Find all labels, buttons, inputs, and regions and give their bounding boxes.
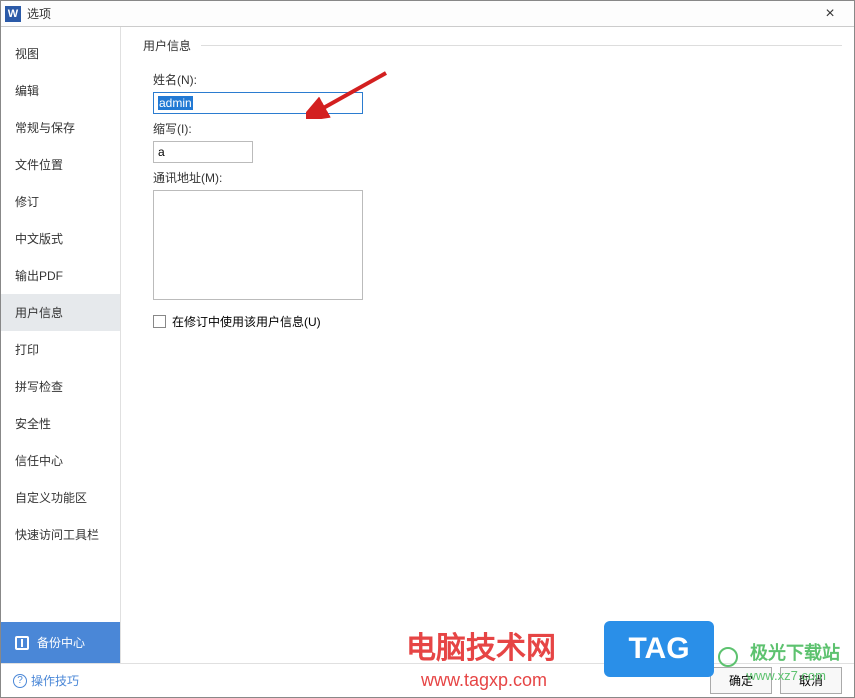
- form-area: 姓名(N): admin 缩写(I): 通讯地址(M): 在修订中使用该用户信息…: [153, 71, 834, 330]
- section-divider: [201, 45, 842, 46]
- sidebar-item-general-save[interactable]: 常规与保存: [1, 109, 120, 146]
- name-input[interactable]: admin: [153, 92, 363, 114]
- sidebar-item-output-pdf[interactable]: 输出PDF: [1, 257, 120, 294]
- tips-icon: ?: [13, 674, 27, 688]
- checkbox-label: 在修订中使用该用户信息(U): [172, 313, 321, 330]
- cancel-button[interactable]: 取消: [780, 667, 842, 694]
- sidebar-item-view[interactable]: 视图: [1, 35, 120, 72]
- address-label: 通讯地址(M):: [153, 169, 834, 186]
- content: 视图 编辑 常规与保存 文件位置 修订 中文版式 输出PDF 用户信息 打印 拼…: [1, 27, 854, 663]
- footer: ? 操作技巧 确定 取消: [1, 663, 854, 697]
- section-title: 用户信息: [139, 37, 195, 54]
- name-value: admin: [158, 96, 193, 110]
- main-panel: 用户信息 姓名(N): admin 缩写(I): 通讯地址(M): 在修订中使用…: [121, 27, 854, 663]
- use-in-revision-checkbox[interactable]: [153, 315, 166, 328]
- backup-center-button[interactable]: 备份中心: [1, 622, 120, 663]
- sidebar-item-user-info[interactable]: 用户信息: [1, 294, 120, 331]
- name-label: 姓名(N):: [153, 71, 834, 88]
- backup-center-label: 备份中心: [37, 634, 85, 651]
- window-title: 选项: [27, 5, 810, 22]
- ok-button[interactable]: 确定: [710, 667, 772, 694]
- sidebar-item-spellcheck[interactable]: 拼写检查: [1, 368, 120, 405]
- app-icon: W: [5, 6, 21, 22]
- tips-link[interactable]: ? 操作技巧: [13, 672, 79, 689]
- sidebar-item-print[interactable]: 打印: [1, 331, 120, 368]
- initials-label: 缩写(I):: [153, 120, 834, 137]
- sidebar-item-quick-access[interactable]: 快速访问工具栏: [1, 516, 120, 553]
- close-button[interactable]: ×: [810, 1, 850, 27]
- backup-icon: [15, 636, 29, 650]
- sidebar-item-revision[interactable]: 修订: [1, 183, 120, 220]
- sidebar-item-chinese-layout[interactable]: 中文版式: [1, 220, 120, 257]
- address-input[interactable]: [153, 190, 363, 300]
- sidebar-item-security[interactable]: 安全性: [1, 405, 120, 442]
- sidebar-item-customize-ribbon[interactable]: 自定义功能区: [1, 479, 120, 516]
- title-bar: W 选项 ×: [1, 1, 854, 27]
- sidebar: 视图 编辑 常规与保存 文件位置 修订 中文版式 输出PDF 用户信息 打印 拼…: [1, 27, 121, 663]
- sidebar-item-trust-center[interactable]: 信任中心: [1, 442, 120, 479]
- sidebar-item-edit[interactable]: 编辑: [1, 72, 120, 109]
- tips-label: 操作技巧: [31, 672, 79, 689]
- sidebar-item-file-location[interactable]: 文件位置: [1, 146, 120, 183]
- initials-input[interactable]: [153, 141, 253, 163]
